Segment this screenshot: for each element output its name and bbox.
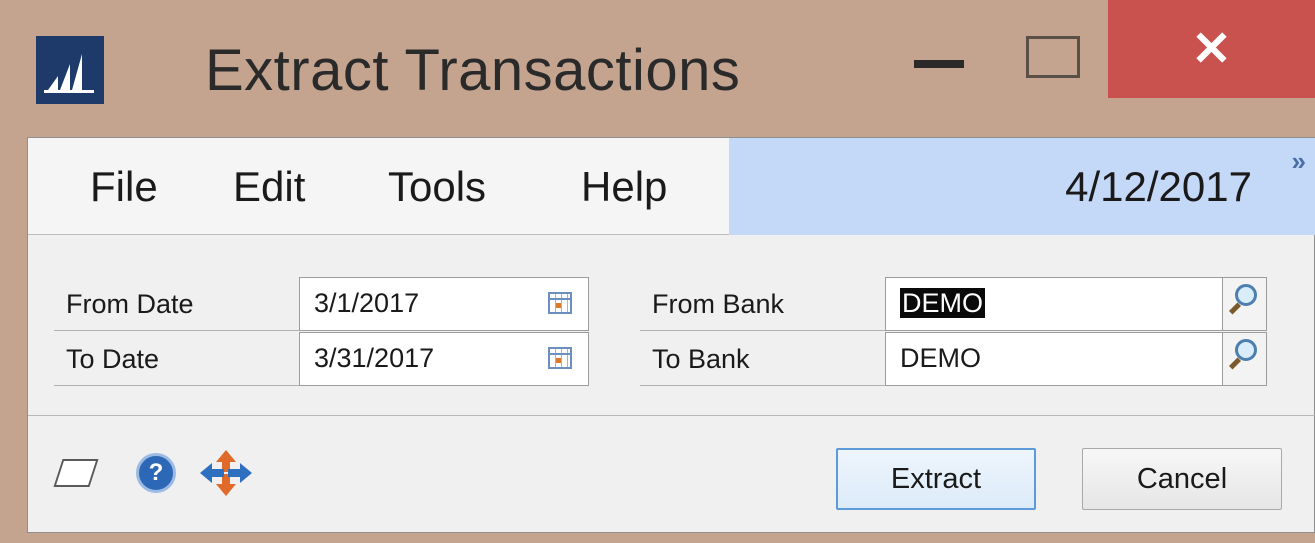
from-date-value: 3/1/2017 <box>314 288 420 318</box>
lookup-handle-icon <box>1228 357 1242 370</box>
bottom-toolbar: ? Extract Cancel <box>28 418 1315 534</box>
minimize-icon[interactable] <box>908 30 968 90</box>
lookup-icon[interactable] <box>1223 332 1267 386</box>
extract-button[interactable]: Extract <box>836 448 1036 510</box>
sync-icon[interactable] <box>196 446 256 500</box>
from-date-label: From Date <box>54 277 299 331</box>
user-date-bar[interactable]: 4/12/2017 » <box>729 138 1315 235</box>
expand-chevron-icon[interactable]: » <box>1292 148 1306 174</box>
dynamics-logo-icon <box>36 36 104 104</box>
menu-file[interactable]: File <box>90 166 158 208</box>
close-icon: ✕ <box>1191 23 1232 76</box>
user-date: 4/12/2017 <box>1065 163 1252 210</box>
to-date-value: 3/31/2017 <box>314 343 435 373</box>
window-title: Extract Transactions <box>205 38 741 103</box>
close-button[interactable]: ✕ <box>1108 0 1315 98</box>
help-icon[interactable]: ? <box>136 453 176 493</box>
from-date-field[interactable]: 3/1/2017 <box>299 277 589 331</box>
to-date-label: To Date <box>54 332 299 386</box>
window: Extract Transactions ✕ File Edit Tools H… <box>0 0 1315 543</box>
title-bar: Extract Transactions ✕ <box>0 0 1315 128</box>
lookup-icon[interactable] <box>1223 277 1267 331</box>
cancel-button[interactable]: Cancel <box>1082 448 1282 510</box>
lookup-handle-icon <box>1228 302 1242 315</box>
to-bank-value: DEMO <box>900 343 981 373</box>
window-client-area: File Edit Tools Help 4/12/2017 » From Da… <box>27 137 1315 533</box>
calendar-icon[interactable] <box>548 292 572 314</box>
from-bank-field[interactable]: DEMO <box>885 277 1223 331</box>
to-bank-field[interactable]: DEMO <box>885 332 1223 386</box>
to-date-field[interactable]: 3/31/2017 <box>299 332 589 386</box>
menu-tools[interactable]: Tools <box>388 166 486 208</box>
note-icon[interactable] <box>53 459 99 487</box>
from-bank-value: DEMO <box>900 288 985 318</box>
menu-edit[interactable]: Edit <box>233 166 305 208</box>
from-bank-label: From Bank <box>640 277 885 331</box>
menu-bar: File Edit Tools Help 4/12/2017 » <box>28 138 1315 235</box>
extract-range-form: From Date 3/1/2017 To Date 3/31/2017 Fro… <box>28 236 1315 416</box>
maximize-icon[interactable] <box>1020 30 1080 80</box>
menu-help[interactable]: Help <box>581 166 667 208</box>
calendar-icon[interactable] <box>548 347 572 369</box>
to-bank-label: To Bank <box>640 332 885 386</box>
